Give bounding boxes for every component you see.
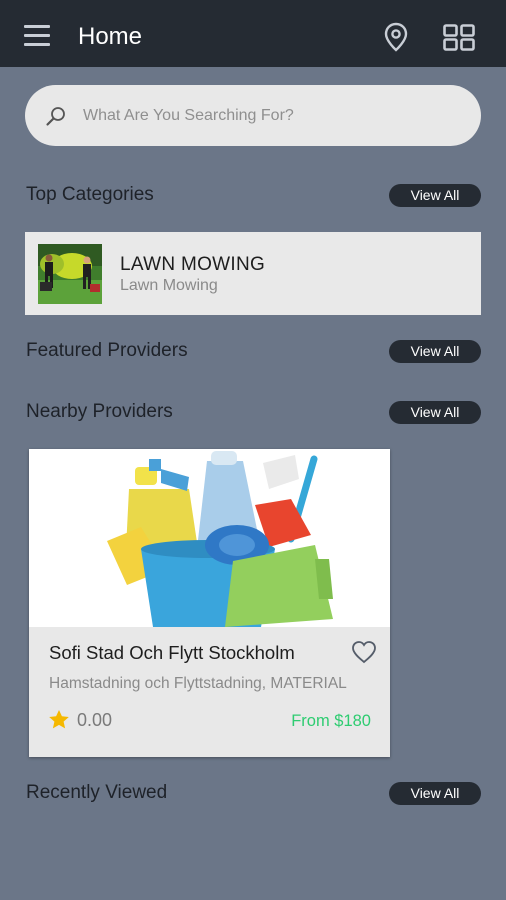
provider-card[interactable]: Sofi Stad Och Flytt Stockholm Hamstadnin… bbox=[29, 449, 390, 757]
provider-rating: 0.00 bbox=[77, 710, 113, 730]
provider-name: Sofi Stad Och Flytt Stockholm bbox=[49, 642, 295, 663]
view-all-recently-viewed-button[interactable]: View All bbox=[389, 782, 481, 805]
section-title-nearby-providers: Nearby Providers bbox=[26, 401, 173, 422]
category-subtitle: Lawn Mowing bbox=[120, 277, 218, 294]
section-title-top-categories: Top Categories bbox=[26, 184, 154, 205]
star-icon bbox=[49, 710, 69, 729]
app-bar: Home bbox=[0, 0, 506, 67]
view-all-nearby-providers-button[interactable]: View All bbox=[389, 401, 481, 424]
menu-icon[interactable] bbox=[24, 25, 50, 47]
provider-image bbox=[29, 449, 390, 627]
section-title-recently-viewed: Recently Viewed bbox=[26, 782, 168, 803]
section-title-featured-providers: Featured Providers bbox=[26, 340, 188, 361]
category-card-lawn-mowing[interactable]: LAWN MOWING Lawn Mowing bbox=[25, 232, 481, 315]
search-bar[interactable] bbox=[25, 85, 481, 146]
view-all-featured-providers-button[interactable]: View All bbox=[389, 340, 481, 363]
page-title: Home bbox=[78, 23, 143, 50]
search-input[interactable] bbox=[83, 85, 463, 146]
lawn-mowing-thumbnail bbox=[38, 244, 102, 304]
provider-description: Hamstadning och Flyttstadning, MATERIAL bbox=[49, 675, 347, 692]
search-icon bbox=[46, 107, 65, 126]
map-pin-icon[interactable] bbox=[383, 22, 409, 52]
heart-icon[interactable] bbox=[351, 640, 377, 664]
grid-view-icon[interactable] bbox=[443, 24, 475, 51]
cleaning-bucket-illustration bbox=[107, 451, 333, 627]
view-all-top-categories-button[interactable]: View All bbox=[389, 184, 481, 207]
category-name: LAWN MOWING bbox=[120, 254, 266, 275]
provider-price: From $180 bbox=[291, 712, 371, 730]
